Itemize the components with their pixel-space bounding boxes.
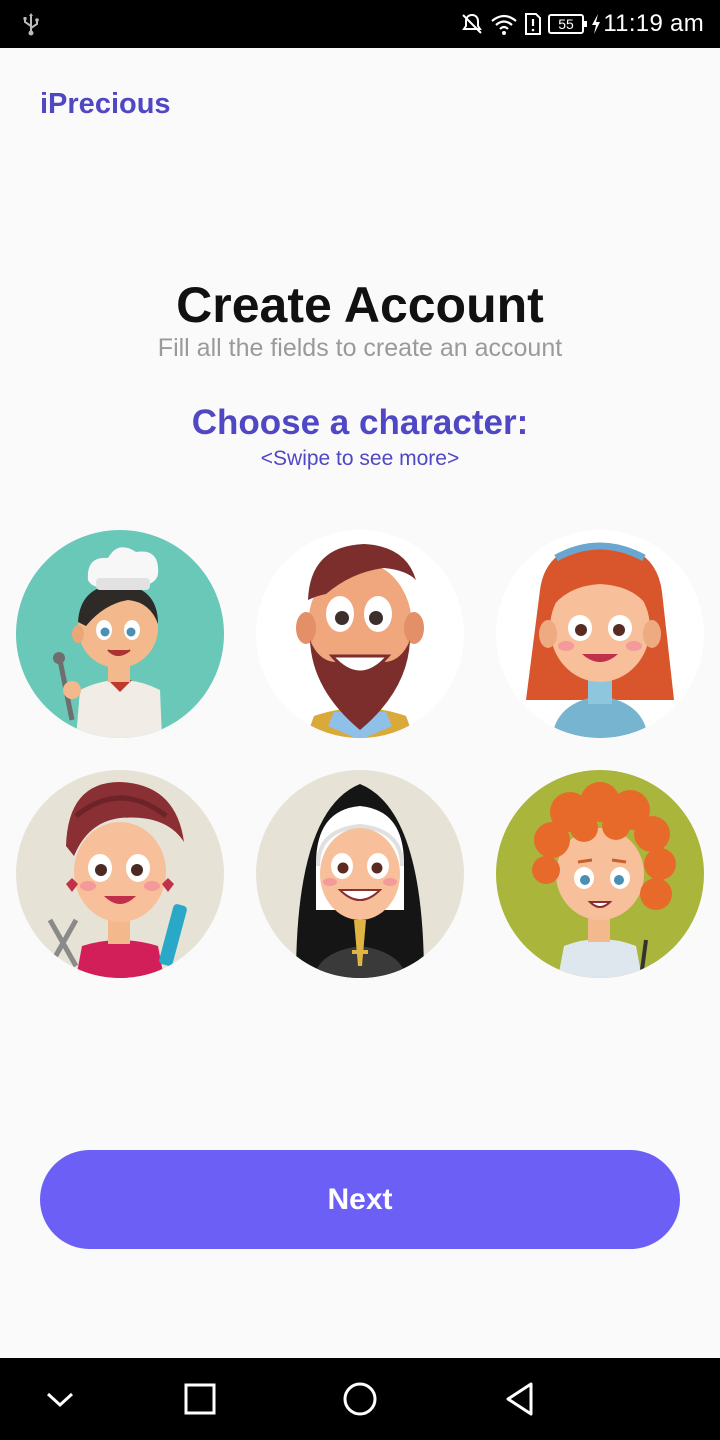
back-icon [506,1382,533,1416]
usb-icon [23,13,39,36]
status-time: 11:19 am [603,10,704,37]
chef-avatar-image [16,530,224,738]
character-bearded-man[interactable] [256,530,464,738]
character-curly-haired-kid[interactable] [496,770,704,978]
recents-button[interactable] [179,1378,221,1420]
curly-haired-kid-avatar-image [496,770,704,978]
back-button[interactable] [499,1378,541,1420]
choose-character-label: Choose a character: [191,403,529,442]
swipe-hint: <Swipe to see more> [260,447,460,470]
character-nun[interactable] [256,770,464,978]
hairdresser-avatar-image [16,770,224,978]
recents-icon [184,1383,216,1415]
page-title: Create Account [176,277,544,333]
status-icons: 55 [460,10,602,38]
next-button[interactable]: Next [40,1150,680,1249]
character-red-haired-woman[interactable] [496,530,704,738]
collapse-icon [46,1392,74,1408]
collapse-button[interactable] [39,1378,81,1420]
bearded-man-avatar-image [256,530,464,738]
character-chef[interactable] [16,530,224,738]
sim-alert-icon [525,13,541,35]
home-button[interactable] [339,1378,381,1420]
home-icon [343,1382,377,1416]
battery-level: 55 [558,16,574,32]
status-bar: 55 11:19 am [0,0,720,48]
page-subtitle: Fill all the fields to create an account [157,334,563,362]
character-hairdresser[interactable] [16,770,224,978]
navigation-bar [0,1358,720,1440]
app-title: iPrecious [40,88,171,120]
battery-icon: 55 [548,14,587,34]
wifi-icon [491,14,517,35]
red-haired-woman-avatar-image [496,530,704,738]
nun-avatar-image [256,770,464,978]
charging-icon [592,14,600,34]
mute-icon [462,13,482,34]
